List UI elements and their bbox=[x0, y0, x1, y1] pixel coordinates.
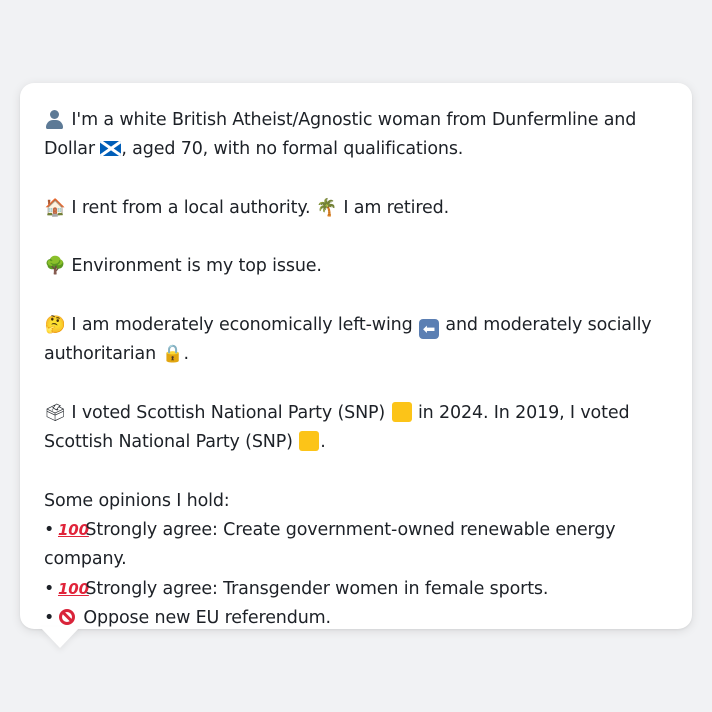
list-item: • Oppose new EU referendum. bbox=[44, 604, 672, 633]
hundred-points-icon: 100 bbox=[58, 579, 89, 598]
person-silhouette-icon bbox=[44, 109, 64, 129]
vote-end: . bbox=[320, 432, 326, 453]
deciduous-tree-icon: 🌳 bbox=[44, 256, 66, 277]
palm-tree-icon: 🌴 bbox=[316, 197, 338, 218]
hundred-points-icon: 100 bbox=[58, 521, 89, 540]
speech-bubble-tail bbox=[40, 627, 80, 648]
opinions-heading: Some opinions I hold: bbox=[44, 490, 230, 511]
opinions-list: • 100 Strongly agree: Create government-o… bbox=[44, 516, 672, 633]
house-icon: 🏠 bbox=[44, 197, 66, 218]
persona-card: I'm a white British Atheist/Agnostic wom… bbox=[20, 83, 692, 629]
vote-text-1: I voted Scottish National Party (SNP) bbox=[71, 402, 386, 423]
issue-paragraph: 🌳 Environment is my top issue. bbox=[44, 252, 672, 281]
bullet: • bbox=[44, 520, 55, 541]
bullet: • bbox=[44, 578, 55, 599]
ballot-box-icon: 🗳 bbox=[44, 402, 66, 423]
opinion-text: Oppose new EU referendum. bbox=[83, 608, 331, 629]
work-text: I am retired. bbox=[343, 197, 449, 218]
vote-paragraph: 🗳 I voted Scottish National Party (SNP) … bbox=[44, 399, 672, 458]
opinion-text: Strongly agree: Create government-owned … bbox=[44, 520, 616, 570]
left-arrow-icon: ⬅ bbox=[418, 319, 439, 340]
identity-text-cont: , aged 70, with no formal qualifications… bbox=[121, 139, 464, 160]
yellow-square-icon bbox=[299, 431, 320, 452]
politics-end: . bbox=[183, 344, 189, 365]
list-item: • 100 Strongly agree: Transgender women i… bbox=[44, 575, 672, 604]
politics-text-1: I am moderately economically left-wing bbox=[71, 315, 413, 336]
list-item: • 100 Strongly agree: Create government-o… bbox=[44, 516, 672, 575]
yellow-square-icon bbox=[391, 401, 412, 422]
thinking-face-icon: 🤔 bbox=[44, 315, 66, 336]
identity-paragraph: I'm a white British Atheist/Agnostic wom… bbox=[44, 106, 672, 165]
scotland-flag-icon bbox=[100, 141, 122, 157]
politics-paragraph: 🤔 I am moderately economically left-wing… bbox=[44, 311, 672, 370]
housing-text: I rent from a local authority. bbox=[71, 197, 311, 218]
issue-text: Environment is my top issue. bbox=[71, 256, 322, 277]
housing-paragraph: 🏠 I rent from a local authority. 🌴 I am … bbox=[44, 194, 672, 223]
opinion-text: Strongly agree: Transgender women in fem… bbox=[85, 578, 549, 599]
prohibited-icon bbox=[59, 609, 75, 626]
lock-icon: 🔒 bbox=[161, 344, 183, 365]
